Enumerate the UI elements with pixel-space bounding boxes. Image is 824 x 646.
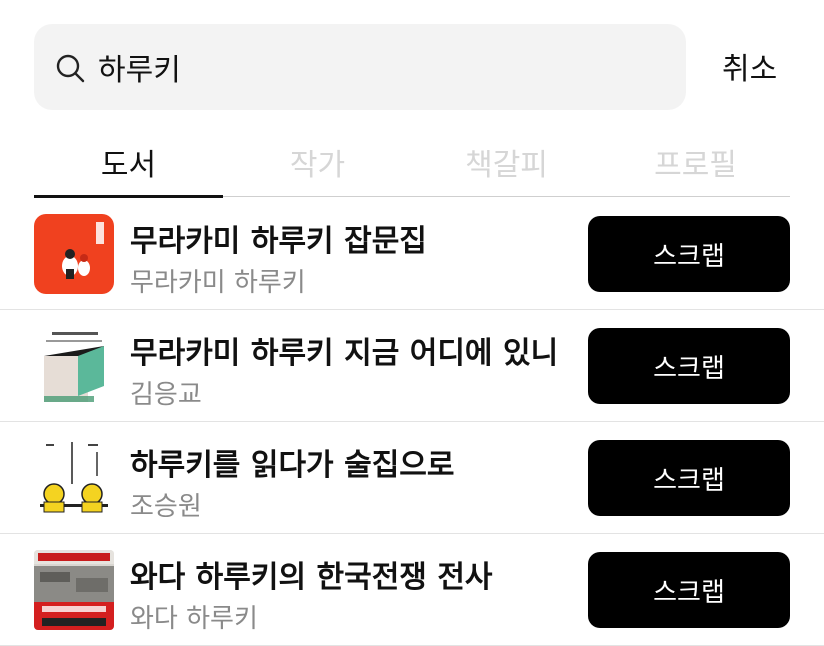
- tab-profiles[interactable]: 프로필: [601, 140, 790, 196]
- scrap-button[interactable]: 스크랩: [588, 216, 790, 292]
- scrap-button[interactable]: 스크랩: [588, 328, 790, 404]
- book-cover-orange: [34, 214, 114, 294]
- book-cover-haruki: [34, 326, 114, 406]
- cancel-button[interactable]: 취소: [722, 44, 777, 88]
- search-icon: [56, 54, 85, 83]
- search-header: 취소: [0, 0, 824, 130]
- book-title: 하루키를 읽다가 술집으로: [130, 448, 455, 483]
- tab-books[interactable]: 도서: [34, 140, 223, 196]
- search-input[interactable]: [98, 40, 658, 94]
- book-author: 무라카미 하루키: [130, 268, 306, 298]
- list-item[interactable]: 와다 하루키의 한국전쟁 전사 와다 하루키 스크랩: [0, 534, 824, 646]
- tab-bar: 도서 작가 책갈피 프로필: [34, 140, 790, 198]
- book-title: 와다 하루키의 한국전쟁 전사: [130, 560, 493, 595]
- tab-authors[interactable]: 작가: [223, 140, 412, 196]
- scrap-button[interactable]: 스크랩: [588, 440, 790, 516]
- book-cover-illustration: [34, 438, 114, 518]
- list-item[interactable]: 무라카미 하루키 지금 어디에 있니 김응교 스크랩: [0, 310, 824, 422]
- book-title: 무라카미 하루키 잡문집: [130, 224, 427, 259]
- book-author: 와다 하루키: [130, 604, 258, 634]
- book-author: 조승원: [130, 492, 202, 522]
- list-item[interactable]: 하루키를 읽다가 술집으로 조승원 스크랩: [0, 422, 824, 534]
- book-author: 김응교: [130, 380, 202, 410]
- tab-bookmarks[interactable]: 책갈피: [412, 140, 601, 196]
- book-title: 무라카미 하루키 지금 어디에 있니: [130, 336, 559, 371]
- list-item[interactable]: 무라카미 하루키 잡문집 무라카미 하루키 스크랩: [0, 198, 824, 310]
- scrap-button[interactable]: 스크랩: [588, 552, 790, 628]
- book-cover-war: [34, 550, 114, 630]
